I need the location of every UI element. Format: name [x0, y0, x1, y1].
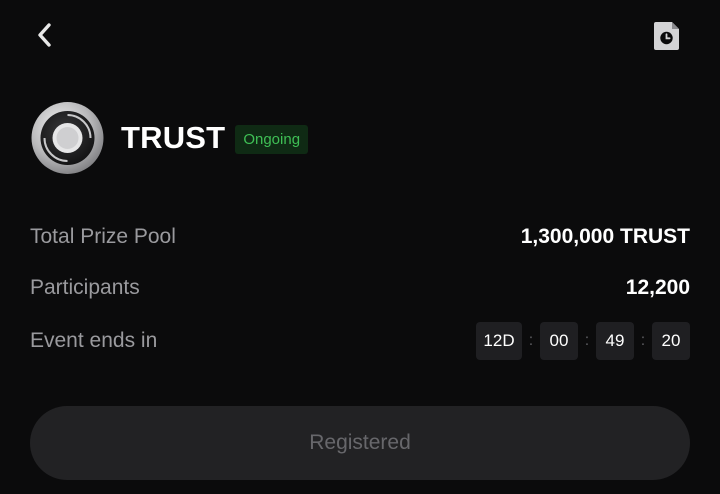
prize-pool-label: Total Prize Pool [30, 225, 176, 248]
registered-button[interactable]: Registered [30, 406, 690, 480]
history-button[interactable] [652, 21, 682, 56]
countdown-seconds: 20 [652, 322, 690, 360]
token-header: TRUST Ongoing [30, 101, 309, 175]
event-ends-row: Event ends in 12D : 00 : 49 : 20 [30, 322, 690, 360]
event-ends-label: Event ends in [30, 329, 158, 352]
countdown-timer: 12D : 00 : 49 : 20 [476, 322, 690, 360]
event-detail-screen: TRUST Ongoing Total Prize Pool 1,300,000… [0, 0, 720, 494]
trust-coin-icon [30, 101, 105, 175]
prize-pool-value: 1,300,000 TRUST [520, 225, 690, 248]
clock-document-icon [653, 21, 681, 56]
countdown-hours: 00 [540, 322, 578, 360]
back-button[interactable] [30, 22, 60, 52]
token-name: TRUST [121, 120, 226, 155]
countdown-days: 12D [476, 322, 522, 360]
participants-label: Participants [30, 276, 140, 299]
countdown-separator: : [584, 332, 590, 349]
countdown-separator: : [640, 332, 646, 349]
prize-pool-row: Total Prize Pool 1,300,000 TRUST [30, 222, 690, 252]
participants-value: 12,200 [625, 276, 690, 299]
chevron-left-icon [36, 22, 54, 53]
countdown-minutes: 49 [596, 322, 634, 360]
countdown-separator: : [528, 332, 534, 349]
status-badge: Ongoing [235, 124, 309, 154]
participants-row: Participants 12,200 [30, 273, 690, 303]
